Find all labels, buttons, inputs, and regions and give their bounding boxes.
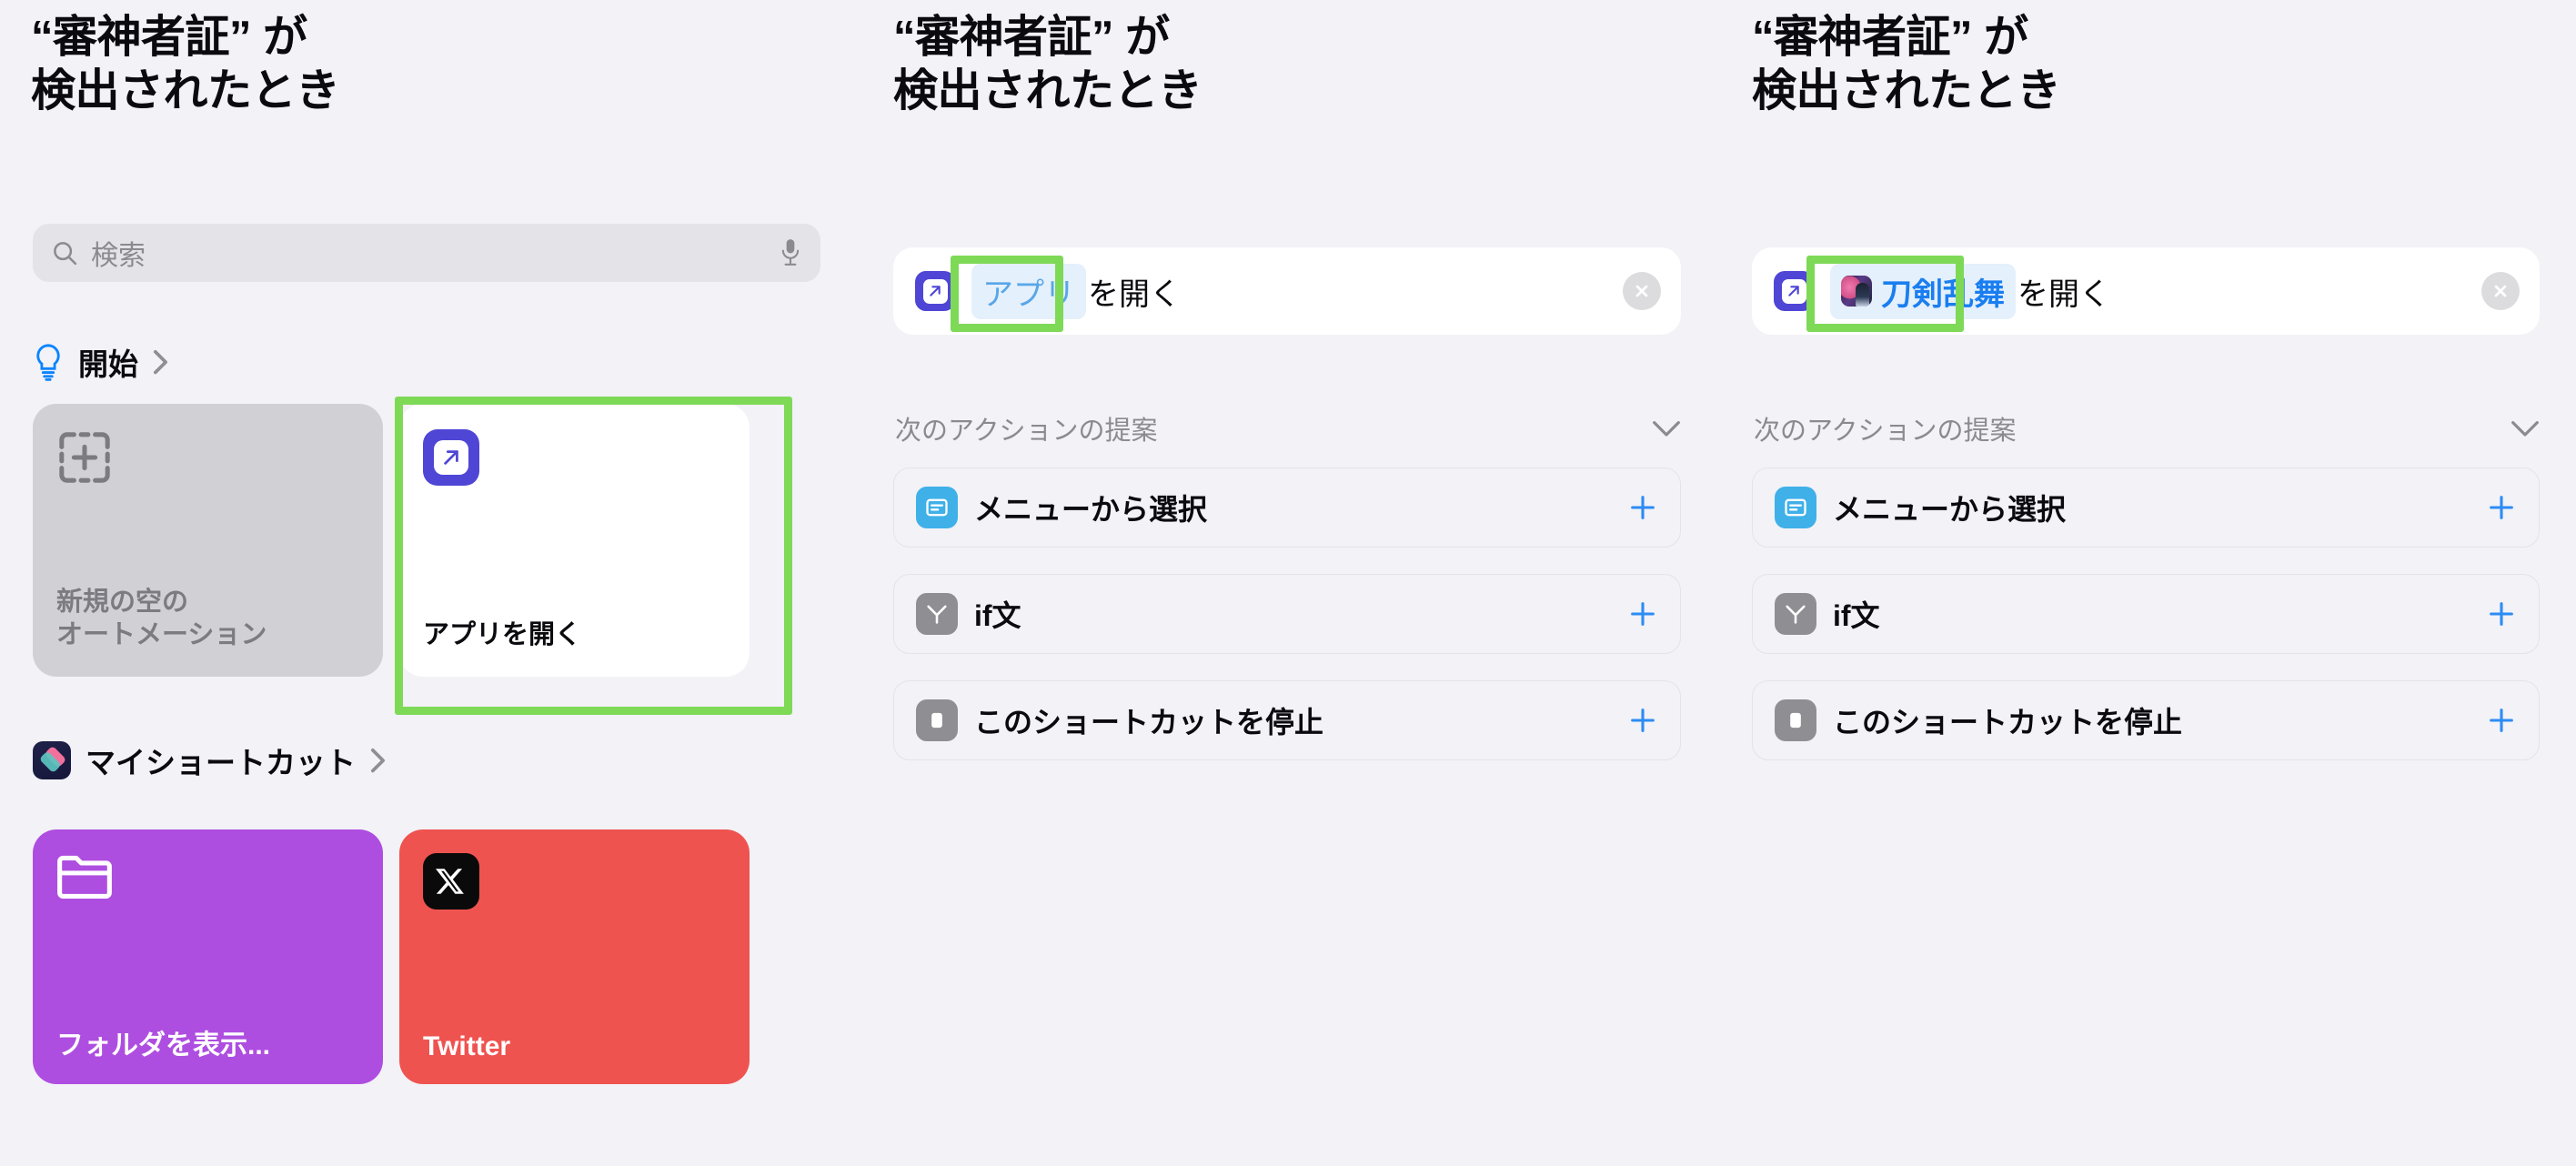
suggestion-row-menu-select[interactable]: メニューから選択: [1752, 467, 2540, 548]
close-circle-icon[interactable]: [2481, 272, 2520, 310]
suggestion-row-menu-select[interactable]: メニューから選択: [893, 467, 1681, 548]
suggestion-row-if[interactable]: if文: [893, 574, 1681, 654]
stop-icon: [916, 699, 958, 741]
app-parameter-token[interactable]: アプリ: [971, 263, 1086, 319]
search-input[interactable]: 検索: [33, 224, 820, 282]
chevron-down-icon[interactable]: [2511, 420, 2540, 437]
section-header-start[interactable]: 開始: [33, 340, 168, 384]
stop-icon: [1775, 699, 1816, 741]
open-app-icon: [915, 271, 955, 311]
suggestion-label: メニューから選択: [1833, 493, 2067, 526]
suggestion-label: if文: [1833, 599, 1880, 632]
section-title-my-shortcuts: マイショートカット: [86, 746, 356, 779]
microphone-icon[interactable]: [779, 237, 802, 268]
plus-icon[interactable]: [2486, 705, 2517, 736]
menu-select-icon: [1775, 487, 1816, 528]
if-branch-icon: [916, 593, 958, 635]
plus-icon[interactable]: [1627, 598, 1658, 629]
suggestions-header-label: 次のアクションの提案: [1754, 417, 2017, 446]
suggestions-header[interactable]: 次のアクションの提案: [1754, 409, 2540, 447]
screenshot-stage: “審神者証” が 検出されたとき 検索 開始 新規の空の オートメーション アプ…: [0, 0, 2576, 1166]
app-parameter-label: 刀剣乱舞: [1881, 276, 2005, 312]
dashed-plus-box-icon: [56, 429, 113, 486]
action-row-open-app[interactable]: アプリ を開く: [893, 247, 1681, 335]
shortcut-tile-show-folder[interactable]: フォルダを表示...: [33, 829, 383, 1084]
chevron-right-icon: [370, 748, 386, 773]
start-card-label: アプリを開く: [423, 619, 582, 649]
shortcut-tiles-row: フォルダを表示... Twitter: [33, 829, 750, 1084]
suggestion-row-stop[interactable]: このショートカットを停止: [1752, 680, 2540, 760]
plus-icon[interactable]: [1627, 492, 1658, 523]
search-placeholder: 検索: [91, 241, 146, 271]
suggestion-row-if[interactable]: if文: [1752, 574, 2540, 654]
app-parameter-token[interactable]: 刀剣乱舞: [1830, 263, 2016, 319]
close-circle-icon[interactable]: [1623, 272, 1661, 310]
shortcut-tile-label: Twitter: [423, 1031, 511, 1061]
menu-select-icon: [916, 487, 958, 528]
panel-editor-empty-app: “審神者証” が 検出されたとき アプリ を開く 次のアクションの提案 メニュー…: [859, 0, 1717, 1166]
page-title: “審神者証” が 検出されたとき: [31, 13, 340, 116]
search-icon: [51, 239, 78, 266]
plus-icon[interactable]: [2486, 598, 2517, 629]
page-title: “審神者証” が 検出されたとき: [1752, 13, 2061, 116]
shortcut-tile-twitter[interactable]: Twitter: [399, 829, 750, 1084]
action-row-open-app[interactable]: 刀剣乱舞 を開く: [1752, 247, 2540, 335]
action-suffix-label: を開く: [2018, 276, 2110, 312]
x-twitter-icon: [423, 853, 479, 910]
suggestion-label: このショートカットを停止: [974, 706, 1324, 739]
if-branch-icon: [1775, 593, 1816, 635]
panel-editor-filled-app: “審神者証” が 検出されたとき 刀剣乱舞 を開く 次のアクションの提案 メニュ…: [1717, 0, 2576, 1166]
action-text: 刀剣乱舞 を開く: [1830, 263, 2110, 319]
suggestion-row-stop[interactable]: このショートカットを停止: [893, 680, 1681, 760]
suggestions-header[interactable]: 次のアクションの提案: [895, 409, 1681, 447]
start-card-open-app[interactable]: アプリを開く: [399, 404, 750, 677]
plus-icon[interactable]: [1627, 705, 1658, 736]
suggestions-list: メニューから選択 if文 このショートカットを停止: [893, 467, 1681, 787]
touken-ranbu-app-icon: [1841, 276, 1872, 307]
panel-shortcut-gallery: “審神者証” が 検出されたとき 検索 開始 新規の空の オートメーション アプ…: [0, 0, 859, 1166]
plus-icon[interactable]: [2486, 492, 2517, 523]
action-text: アプリ を開く: [971, 263, 1181, 319]
suggestion-label: メニューから選択: [974, 493, 1208, 526]
folder-icon: [56, 853, 113, 900]
lightbulb-icon: [33, 343, 64, 381]
shortcuts-app-icon: [33, 741, 71, 779]
chevron-right-icon: [153, 349, 168, 375]
section-title-start: 開始: [78, 347, 138, 381]
suggestions-list: メニューから選択 if文 このショートカットを停止: [1752, 467, 2540, 787]
start-card-label: 新規の空の オートメーション: [56, 587, 267, 649]
chevron-down-icon[interactable]: [1652, 420, 1681, 437]
start-cards-row: 新規の空の オートメーション アプリを開く: [33, 404, 750, 677]
start-card-new-blank-automation[interactable]: 新規の空の オートメーション: [33, 404, 383, 677]
action-suffix-label: を開く: [1088, 276, 1181, 312]
open-app-icon: [1774, 271, 1814, 311]
section-header-my-shortcuts[interactable]: マイショートカット: [33, 739, 386, 782]
shortcut-tile-label: フォルダを表示...: [56, 1030, 271, 1060]
page-title: “審神者証” が 検出されたとき: [893, 13, 1202, 116]
open-app-icon: [423, 429, 479, 486]
suggestions-header-label: 次のアクションの提案: [895, 417, 1158, 446]
suggestion-label: このショートカットを停止: [1833, 706, 2183, 739]
suggestion-label: if文: [974, 599, 1021, 632]
